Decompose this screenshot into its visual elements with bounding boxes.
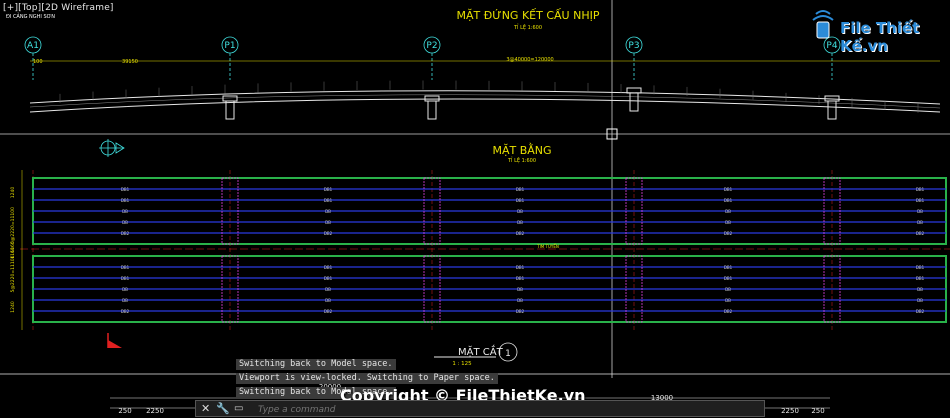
elevation-dim-2: 3@40000=120000 — [506, 57, 553, 63]
beam-label: DB2 — [516, 231, 525, 236]
cad-canvas[interactable]: MẶT ĐỨNG KẾT CẤU NHỊP TỈ LỆ 1:600 A1 P1 P2… — [0, 0, 950, 418]
beam-label: DB2 — [324, 309, 333, 314]
plan-scale: TỈ LỆ 1:600 — [507, 156, 536, 164]
beam-label: DB1 — [121, 187, 130, 192]
command-history-line-2: Viewport is view-locked. Switching to Pa… — [236, 373, 498, 384]
pier-1 — [222, 95, 238, 120]
beam-label: DB — [517, 287, 523, 292]
axis-bubble-p2: P2 — [423, 36, 441, 330]
beam-label: DB — [122, 209, 128, 214]
bottom-dim-label: 250 — [811, 407, 824, 415]
elevation-dim-1: 39150 — [122, 59, 138, 65]
command-history-line-1: Switching back to Model space. — [236, 359, 396, 370]
left-dim-label: 5@2220=11100 — [10, 207, 16, 244]
beam-label: DB1 — [916, 276, 925, 281]
beam-label: DB1 — [516, 187, 525, 192]
beam-label: DB — [122, 298, 128, 303]
beam-label: DB — [325, 220, 331, 225]
viewport-controls[interactable]: [+][Top][2D Wireframe] — [3, 3, 114, 13]
left-dim-label: 1240 — [10, 301, 16, 313]
axis-bubble-p3: P3 — [625, 36, 643, 330]
beam-label: DB1 — [121, 265, 130, 270]
section-scale: 1 : 125 — [452, 361, 472, 367]
beam-label: DB — [325, 209, 331, 214]
beam-label: DB1 — [324, 187, 333, 192]
beam-label: DB2 — [324, 231, 333, 236]
centerline-tag: TIM TUYẾN — [536, 243, 559, 249]
beam-label: DB1 — [916, 265, 925, 270]
axis-label-p2: P2 — [426, 41, 437, 51]
left-dim-label: 5@2220=11100 — [10, 255, 16, 292]
beam-label: DB — [325, 298, 331, 303]
beam-label: DB2 — [121, 231, 130, 236]
pier-3 — [626, 87, 642, 112]
beam-label: DB — [725, 220, 731, 225]
axis-label-a1: A1 — [27, 41, 39, 51]
bottom-dim-label: 250 — [118, 407, 131, 415]
beam-label: DB — [917, 287, 923, 292]
axis-bubble-p4: P4 — [823, 36, 841, 330]
command-bar[interactable]: ✕ 🔧 ▭ — [195, 400, 765, 417]
bottom-dim-label: 2250 — [146, 407, 164, 415]
beam-label: DB2 — [516, 309, 525, 314]
command-prompt-icon: ▭ — [234, 403, 244, 414]
beam-label: DB — [517, 220, 523, 225]
beam-label: DB1 — [516, 276, 525, 281]
beam-label: DB — [917, 209, 923, 214]
beam-label: DB — [517, 209, 523, 214]
beam-label: DB1 — [121, 276, 130, 281]
elevation-scale: TỈ LỆ 1:600 — [513, 23, 542, 31]
beam-label: DB — [725, 287, 731, 292]
deck-bottom — [29, 98, 941, 113]
section-number: 1 — [505, 349, 511, 359]
axis-bubble-p1: P1 — [221, 36, 239, 330]
beam-label: DB1 — [724, 276, 733, 281]
autocad-drawing-area[interactable]: MẶT ĐỨNG KẾT CẤU NHỊP TỈ LỆ 1:600 A1 P1 P2… — [0, 0, 950, 418]
beam-label: DB2 — [916, 309, 925, 314]
beam-label: DB1 — [324, 265, 333, 270]
beam-label: DB2 — [121, 309, 130, 314]
beam-label: DB1 — [916, 187, 925, 192]
axis-label-p1: P1 — [224, 41, 235, 51]
beam-label: DB1 — [916, 198, 925, 203]
beam-label: DB — [917, 298, 923, 303]
beam-label: DB2 — [916, 231, 925, 236]
close-icon[interactable]: ✕ — [201, 402, 210, 415]
left-dim-label: 1240 — [10, 187, 16, 199]
beam-label: DB — [917, 220, 923, 225]
beam-label: DB1 — [121, 198, 130, 203]
beam-label: DB1 — [724, 198, 733, 203]
beam-label: DB1 — [324, 198, 333, 203]
section-title: MẶT CẮT — [458, 344, 504, 358]
beam-label: DB — [122, 287, 128, 292]
beam-label: DB — [725, 298, 731, 303]
beam-label: DB1 — [324, 276, 333, 281]
beam-label: DB — [122, 220, 128, 225]
beam-label: DB — [517, 298, 523, 303]
beam-label: DB1 — [516, 198, 525, 203]
bottom-dim-label: 2250 — [781, 407, 799, 415]
logo-text: File Thiết Kế.vn — [840, 19, 920, 55]
project-label: ĐI CẢNG NGHI SƠN — [6, 14, 55, 20]
watermark-logo: File Thiết Kế.vn — [808, 8, 948, 55]
plan-deck-upper: DB1 DB1 DB1 DB1 DB1 DB1 DB1 DB1 DB1 DB1 DB DB DB DB DB… — [32, 177, 947, 245]
elevation-dim-0: 100 — [33, 59, 43, 65]
logo-icon — [812, 10, 834, 39]
north-arrow-icon — [99, 139, 125, 157]
customize-wrench-icon[interactable]: 🔧 — [216, 402, 230, 415]
beam-label: DB1 — [724, 187, 733, 192]
plan-deck-lower: DB1 DB1 DB1 DB1 DB1 DB1 DB1 DB1 DB1 DB1 DB DB DB DB DB… — [32, 255, 947, 323]
command-input[interactable] — [256, 402, 740, 417]
beam-label: DB1 — [516, 265, 525, 270]
ucs-icon — [107, 333, 122, 348]
elevation-title: MẶT ĐỨNG KẾT CẤU NHỊP — [457, 8, 600, 22]
beam-label: DB2 — [724, 309, 733, 314]
beam-label: DB1 — [724, 265, 733, 270]
plan-title: MẶT BẰNG — [492, 143, 551, 157]
axis-label-p3: P3 — [628, 41, 639, 51]
beam-label: DB — [325, 287, 331, 292]
beam-label: DB — [725, 209, 731, 214]
beam-label: DB2 — [724, 231, 733, 236]
